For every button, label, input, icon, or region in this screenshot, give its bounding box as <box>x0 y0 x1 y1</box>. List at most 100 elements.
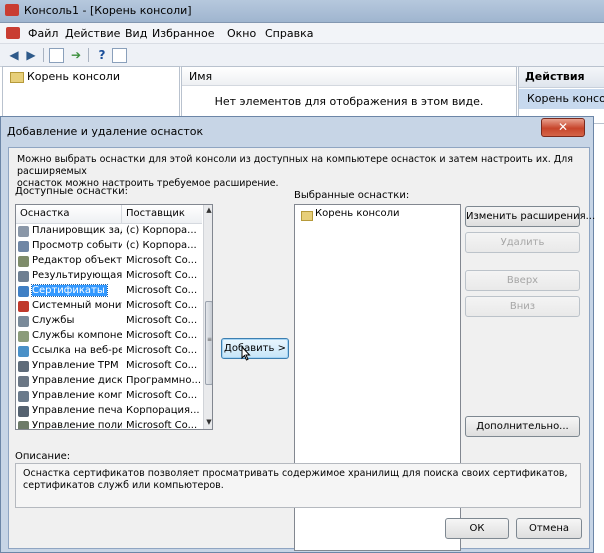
snapin-vendor: Microsoft Co... <box>126 420 198 430</box>
snapin-vendor: (c) Корпора... <box>126 225 197 236</box>
selected-root-item[interactable]: Корень консоли <box>315 208 400 219</box>
add-button[interactable]: Добавить > <box>221 338 289 359</box>
clock-icon <box>18 226 29 237</box>
export-list-icon[interactable]: ➔ <box>68 47 84 63</box>
show-hide-action-pane-icon[interactable] <box>112 48 127 63</box>
available-snapins-label: Доступные оснастки: <box>15 186 128 197</box>
menu-bar: Файл Действие Вид Избранное Окно Справка <box>0 23 604 44</box>
toolbar: ◀ ▶ ➔ ? <box>0 44 604 67</box>
snapin-vendor: Microsoft Co... <box>126 315 198 326</box>
back-icon[interactable]: ◀ <box>6 47 22 63</box>
snapin-row[interactable]: Результирующая ... Microsoft Co... <box>16 269 202 284</box>
event-viewer-icon <box>18 241 29 252</box>
snapin-name: Управление диска... <box>32 375 122 386</box>
snapin-row[interactable]: Сертификаты Microsoft Co... <box>16 284 202 299</box>
snapin-row[interactable]: Управление печат... Корпорация... <box>16 404 202 419</box>
component-services-icon <box>18 331 29 342</box>
snapin-vendor: Microsoft Co... <box>126 390 198 401</box>
mouse-cursor-icon <box>241 346 251 361</box>
print-management-icon <box>18 406 29 417</box>
grip-icon: ≡ <box>207 336 213 343</box>
menu-view[interactable]: Вид <box>125 27 147 40</box>
available-snapins-list[interactable]: Оснастка Поставщик Планировщик зад... (c)… <box>15 204 213 430</box>
snapin-vendor: Microsoft Co... <box>126 360 198 371</box>
snapin-name: Системный монитор <box>32 300 122 311</box>
snapin-name: Просмотр событий <box>32 240 122 251</box>
tpm-icon <box>18 361 29 372</box>
certificates-icon <box>18 286 29 297</box>
list-header: Имя <box>182 67 516 86</box>
snapin-vendor: Microsoft Co... <box>126 255 198 266</box>
ok-button[interactable]: ОК <box>445 518 509 539</box>
window-title: Консоль1 - [Корень консоли] <box>24 4 192 17</box>
folder-icon <box>10 72 24 83</box>
tree-root-label[interactable]: Корень консоли <box>27 70 120 83</box>
snapin-row[interactable]: Редактор объекто... Microsoft Co... <box>16 254 202 269</box>
snapin-vendor: Microsoft Co... <box>126 300 198 311</box>
snapin-row[interactable]: Службы компонен... Microsoft Co... <box>16 329 202 344</box>
snapin-vendor: Корпорация... <box>126 405 200 416</box>
move-down-button[interactable]: Вниз <box>465 296 580 317</box>
close-button[interactable]: ✕ <box>541 118 585 137</box>
menu-action[interactable]: Действие <box>65 27 120 40</box>
add-remove-snapins-dialog: Добавление и удаление оснасток ✕ Можно в… <box>0 116 595 553</box>
snapin-name: Управление полит... <box>32 420 122 430</box>
snapin-row[interactable]: Ссылка на веб-ре... Microsoft Co... <box>16 344 202 359</box>
snapin-vendor: Программно... <box>126 375 200 386</box>
policy-management-icon <box>18 421 29 429</box>
show-hide-tree-icon[interactable] <box>49 48 64 63</box>
system-menu-icon[interactable] <box>6 27 20 39</box>
empty-list-text: Нет элементов для отображения в этом вид… <box>214 95 484 108</box>
scroll-up-arrow-icon[interactable]: ▲ <box>204 206 212 216</box>
move-up-button[interactable]: Вверх <box>465 270 580 291</box>
cancel-button[interactable]: Отмена <box>516 518 582 539</box>
mmc-app-icon <box>5 4 19 16</box>
web-link-icon <box>18 346 29 357</box>
column-header-snapin[interactable]: Оснастка <box>20 208 70 219</box>
menu-favorites[interactable]: Избранное <box>152 27 214 40</box>
snapin-row[interactable]: Системный монитор Microsoft Co... <box>16 299 202 314</box>
advanced-button[interactable]: Дополнительно... <box>465 416 580 437</box>
gpo-editor-icon <box>18 256 29 267</box>
snapin-row[interactable]: Управление TPM Microsoft Co... <box>16 359 202 374</box>
column-divider[interactable] <box>121 205 122 223</box>
snapin-name: Управление TPM <box>32 360 119 371</box>
snapin-name: Управление комп... <box>32 390 122 401</box>
column-header-vendor[interactable]: Поставщик <box>126 208 185 219</box>
edit-extensions-button[interactable]: Изменить расширения... <box>465 206 595 227</box>
description-box: Оснастка сертификатов позволяет просматр… <box>15 463 581 508</box>
scroll-down-arrow-icon[interactable]: ▼ <box>204 418 212 428</box>
snapin-name: Ссылка на веб-ре... <box>32 345 122 356</box>
snapin-row[interactable]: Планировщик зад... (c) Корпора... <box>16 224 202 239</box>
actions-title: Действия <box>525 70 585 83</box>
scroll-thumb[interactable]: ≡ <box>205 301 213 385</box>
snapin-row[interactable]: Управление диска... Программно... <box>16 374 202 389</box>
snapin-row[interactable]: Управление полит... Microsoft Co... <box>16 419 202 430</box>
snapin-name: Управление печат... <box>32 405 122 416</box>
snapin-row[interactable]: Службы Microsoft Co... <box>16 314 202 329</box>
snapin-row[interactable]: Управление комп... Microsoft Co... <box>16 389 202 404</box>
toolbar-separator <box>43 48 44 62</box>
help-icon[interactable]: ? <box>94 47 110 63</box>
column-header-name[interactable]: Имя <box>189 70 212 83</box>
disk-management-icon <box>18 376 29 387</box>
toolbar-separator <box>88 48 89 62</box>
list-header: Оснастка Поставщик <box>16 205 202 224</box>
forward-icon[interactable]: ▶ <box>23 47 39 63</box>
menu-window[interactable]: Окно <box>227 27 256 40</box>
snapin-vendor: (c) Корпора... <box>126 240 197 251</box>
actions-item[interactable]: Корень консоли <box>519 89 604 109</box>
computer-management-icon <box>18 391 29 402</box>
system-monitor-icon <box>18 301 29 312</box>
remove-button[interactable]: Удалить <box>465 232 580 253</box>
intro-text: Можно выбрать оснастки для этой консоли … <box>17 154 573 189</box>
snapin-vendor: Microsoft Co... <box>126 330 198 341</box>
available-rows: Планировщик зад...(c) Корпора...Просмотр… <box>16 224 202 429</box>
snapin-row[interactable]: Просмотр событий (c) Корпора... <box>16 239 202 254</box>
description-text: Оснастка сертификатов позволяет просматр… <box>23 468 568 491</box>
menu-file[interactable]: Файл <box>28 27 58 40</box>
menu-help[interactable]: Справка <box>265 27 313 40</box>
snapin-name: Результирующая ... <box>32 270 122 281</box>
mmc-titlebar: Консоль1 - [Корень консоли] <box>0 0 604 23</box>
vertical-scrollbar[interactable]: ▲ ≡ ▼ <box>203 205 213 429</box>
